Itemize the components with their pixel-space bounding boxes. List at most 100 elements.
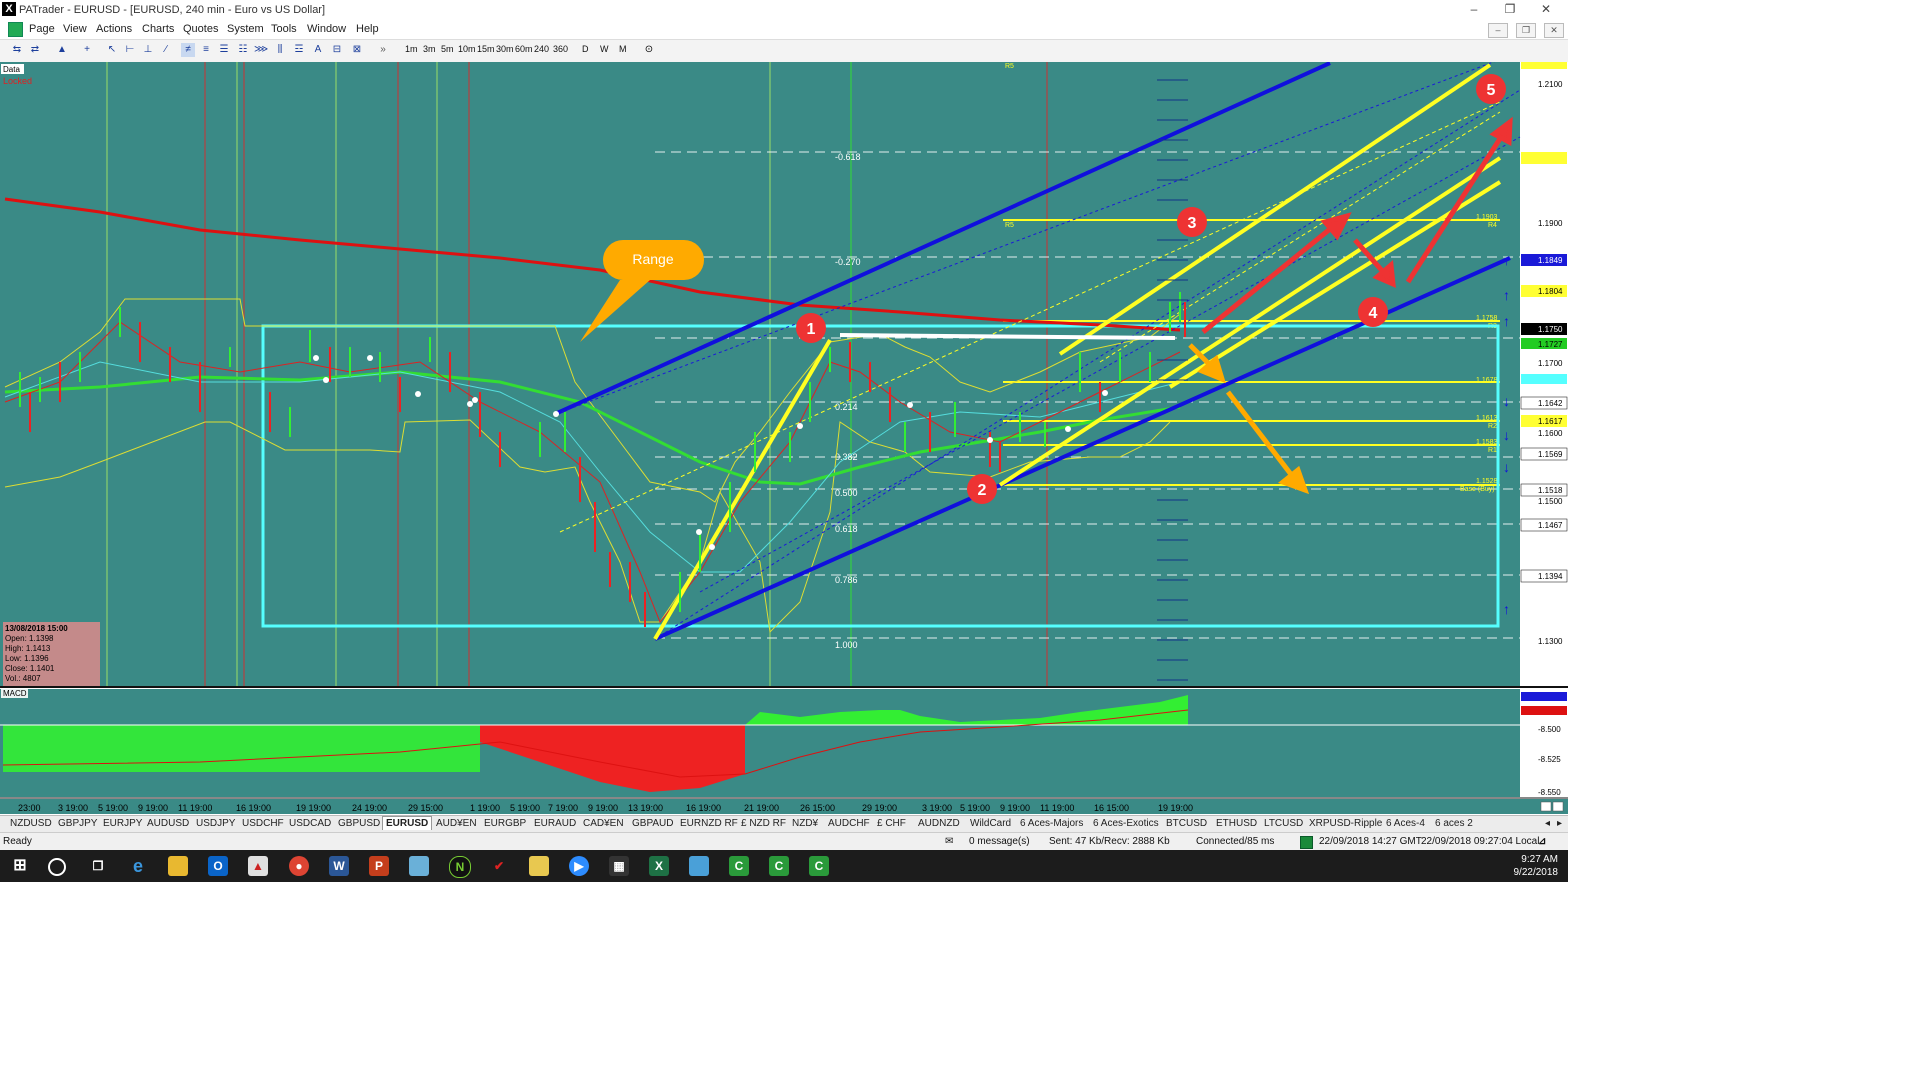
- channel-icon[interactable]: ≠: [181, 43, 195, 57]
- search-icon[interactable]: [48, 858, 66, 876]
- remote-icon[interactable]: [689, 856, 709, 876]
- menu-quotes[interactable]: Quotes: [183, 23, 218, 35]
- start-icon[interactable]: ⊞: [10, 856, 30, 876]
- link-blue-icon[interactable]: ⇄: [28, 43, 42, 57]
- menu-view[interactable]: View: [63, 23, 87, 35]
- link-red-icon[interactable]: ⇆: [10, 43, 24, 57]
- tab-ethusd[interactable]: ETHUSD: [1216, 818, 1257, 829]
- calculator-icon[interactable]: ▦: [609, 856, 629, 876]
- tab-audusd[interactable]: AUDUSD: [147, 818, 189, 829]
- tab-gbpjpy[interactable]: GBPJPY: [58, 818, 97, 829]
- tf-3m[interactable]: 3m: [423, 44, 436, 54]
- vertical-line-icon[interactable]: ⊥: [141, 43, 155, 57]
- excel-icon[interactable]: X: [649, 856, 669, 876]
- tf-daily[interactable]: D: [582, 44, 589, 54]
- tab-6aces-exotics[interactable]: 6 Aces-Exotics: [1093, 818, 1159, 829]
- gann-icon[interactable]: ⊟: [330, 43, 344, 57]
- menu-window[interactable]: Window: [307, 23, 346, 35]
- tab-gbpchf[interactable]: £ CHF: [877, 818, 906, 829]
- more-tools-icon[interactable]: »: [376, 43, 390, 57]
- tab-nzdyen[interactable]: NZD¥: [792, 818, 818, 829]
- pointer-icon[interactable]: ↖: [105, 43, 119, 57]
- tf-240[interactable]: 240: [534, 44, 549, 54]
- mdi-close-button[interactable]: ✕: [1544, 23, 1564, 38]
- chart-type-icon[interactable]: ▲: [55, 43, 69, 57]
- fib-retracement-icon[interactable]: ☰: [217, 43, 231, 57]
- powerpoint-icon[interactable]: P: [369, 856, 389, 876]
- tab-scroll-left-icon[interactable]: ◂: [1545, 818, 1550, 829]
- menu-page[interactable]: Page: [29, 23, 55, 35]
- tab-btcusd[interactable]: BTCUSD: [1166, 818, 1207, 829]
- edge-icon[interactable]: e: [128, 856, 148, 876]
- horizontal-line-icon[interactable]: ⊢: [123, 43, 137, 57]
- close-button[interactable]: ✕: [1533, 2, 1559, 18]
- camtasia-studio-icon[interactable]: C: [809, 856, 829, 876]
- tab-gbpnzd-rf[interactable]: £ NZD RF: [741, 818, 786, 829]
- mdi-restore-button[interactable]: ❐: [1516, 23, 1536, 38]
- tf-monthly[interactable]: M: [619, 44, 627, 54]
- tab-6aces-4[interactable]: 6 Aces-4: [1386, 818, 1425, 829]
- tab-wildcard[interactable]: WildCard: [970, 818, 1011, 829]
- taskbar-clock[interactable]: 9:27 AM 9/22/2018: [1514, 853, 1559, 879]
- tab-eurgbp[interactable]: EURGBP: [484, 818, 526, 829]
- fib-fan-icon[interactable]: ⋙: [254, 43, 268, 57]
- ninja-icon[interactable]: N: [449, 856, 471, 878]
- tab-cadyen[interactable]: CAD¥EN: [583, 818, 624, 829]
- tf-60m[interactable]: 60m: [515, 44, 533, 54]
- chart-area[interactable]: -0.618 -0.270 0.214 0.382 0.500 0.618 0.…: [0, 62, 1568, 814]
- menu-help[interactable]: Help: [356, 23, 379, 35]
- folder-icon[interactable]: [529, 856, 549, 876]
- camtasia-recorder-icon[interactable]: C: [769, 856, 789, 876]
- fib-extension-icon[interactable]: ☷: [236, 43, 250, 57]
- resize-grip-icon[interactable]: ⊿: [1538, 836, 1546, 847]
- fibonacci-icon[interactable]: ≡: [199, 43, 213, 57]
- tab-gbpaud[interactable]: GBPAUD: [632, 818, 674, 829]
- zoom-icon[interactable]: ▶: [569, 856, 589, 876]
- tab-usdchf[interactable]: USDCHF: [242, 818, 284, 829]
- tab-eurusd[interactable]: EURUSD: [382, 816, 433, 830]
- mdi-minimize-button[interactable]: –: [1488, 23, 1508, 38]
- restore-button[interactable]: ❐: [1497, 2, 1523, 18]
- menu-actions[interactable]: Actions: [96, 23, 132, 35]
- tab-audnzd[interactable]: AUDNZD: [918, 818, 960, 829]
- mail-icon[interactable]: ✉: [945, 836, 953, 847]
- text-tool-icon[interactable]: A: [311, 43, 325, 57]
- trend-line-icon[interactable]: ∕: [159, 43, 173, 57]
- tab-xrpusd[interactable]: XRPUSD-Ripple: [1309, 818, 1382, 829]
- tf-1m[interactable]: 1m: [405, 44, 418, 54]
- camtasia-icon[interactable]: C: [729, 856, 749, 876]
- tab-6aces-majors[interactable]: 6 Aces-Majors: [1020, 818, 1083, 829]
- menu-system[interactable]: System: [227, 23, 264, 35]
- tab-usdjpy[interactable]: USDJPY: [196, 818, 235, 829]
- explorer-icon[interactable]: [168, 856, 188, 876]
- tab-eurnzd-rf[interactable]: EURNZD RF: [680, 818, 738, 829]
- tab-audyen[interactable]: AUD¥EN: [436, 818, 477, 829]
- tab-audchf[interactable]: AUDCHF: [828, 818, 870, 829]
- status-messages[interactable]: 0 message(s): [969, 836, 1030, 847]
- chart-app-icon[interactable]: ▲: [248, 856, 268, 876]
- tab-eurjpy[interactable]: EURJPY: [103, 818, 142, 829]
- tab-scroll-right-icon[interactable]: ▸: [1557, 818, 1562, 829]
- tab-ltcusd[interactable]: LTCUSD: [1264, 818, 1303, 829]
- tf-5m[interactable]: 5m: [441, 44, 454, 54]
- task-view-icon[interactable]: ❐: [88, 856, 108, 876]
- outlook-icon[interactable]: O: [208, 856, 228, 876]
- tf-weekly[interactable]: W: [600, 44, 609, 54]
- tf-15m[interactable]: 15m: [477, 44, 495, 54]
- tab-6aces-2[interactable]: 6 aces 2: [1435, 818, 1473, 829]
- tab-usdcad[interactable]: USDCAD: [289, 818, 331, 829]
- tab-nzdusd[interactable]: NZDUSD: [10, 818, 52, 829]
- fib-time-icon[interactable]: ⫼: [273, 43, 287, 57]
- tf-30m[interactable]: 30m: [496, 44, 514, 54]
- erase-icon[interactable]: ⊠: [350, 43, 364, 57]
- notes-icon[interactable]: [409, 856, 429, 876]
- crosshair-icon[interactable]: +: [80, 43, 94, 57]
- chrome-icon[interactable]: ●: [289, 856, 309, 876]
- minimize-button[interactable]: –: [1461, 2, 1487, 18]
- trading-icon[interactable]: ✔: [489, 856, 509, 876]
- tab-euraud[interactable]: EURAUD: [534, 818, 576, 829]
- pivot-icon[interactable]: ☲: [292, 43, 306, 57]
- menu-tools[interactable]: Tools: [271, 23, 297, 35]
- word-icon[interactable]: W: [329, 856, 349, 876]
- tf-360[interactable]: 360: [553, 44, 568, 54]
